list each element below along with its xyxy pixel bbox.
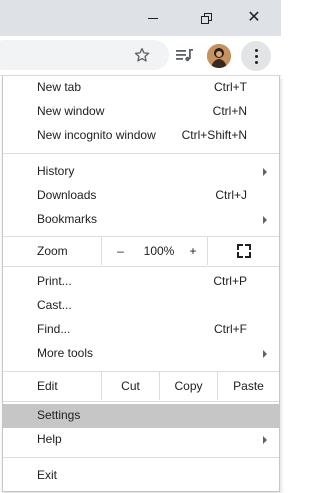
close-icon: ✕	[247, 9, 261, 26]
menu-label: Print...	[37, 274, 72, 288]
profile-avatar[interactable]	[207, 44, 231, 68]
fullscreen-icon	[236, 244, 251, 258]
menu-label: Exit	[37, 468, 58, 482]
menu-item-print[interactable]: Print... Ctrl+P	[3, 270, 279, 294]
submenu-arrow-icon	[263, 436, 267, 444]
zoom-level-text: 100%	[143, 244, 175, 258]
browser-window: ✕ New tab Ctrl+T New window Ctrl+N New i…	[0, 0, 281, 493]
submenu-arrow-icon	[263, 168, 267, 176]
restore-button[interactable]	[183, 0, 229, 36]
menu-item-history[interactable]: History	[3, 160, 279, 184]
menu-item-more-tools[interactable]: More tools	[3, 342, 279, 366]
menu-shortcut: Ctrl+N	[212, 104, 247, 118]
minimize-button[interactable]	[130, 0, 176, 36]
menu-item-new-incognito-window[interactable]: New incognito window Ctrl+Shift+N	[3, 124, 279, 148]
menu-shortcut: Ctrl+P	[213, 274, 247, 288]
zoom-out-button[interactable]: –	[101, 237, 139, 265]
copy-label: Copy	[174, 379, 203, 393]
menu-label: Bookmarks	[37, 212, 98, 226]
menu-item-settings[interactable]: Settings	[3, 404, 279, 428]
menu-item-new-window[interactable]: New window Ctrl+N	[3, 100, 279, 124]
edit-row: Edit Cut Copy Paste	[3, 372, 279, 400]
restore-icon	[200, 12, 212, 24]
paste-label: Paste	[233, 379, 264, 393]
menu-shortcut: Ctrl+T	[214, 80, 247, 94]
menu-label: New tab	[37, 80, 82, 94]
menu-item-exit[interactable]: Exit	[3, 464, 279, 488]
menu-label: Downloads	[37, 188, 97, 202]
edit-label: Edit	[37, 379, 58, 393]
title-bar: ✕	[0, 0, 281, 36]
menu-shortcut: Ctrl+Shift+N	[181, 128, 247, 142]
menu-item-downloads[interactable]: Downloads Ctrl+J	[3, 184, 279, 208]
submenu-arrow-icon	[263, 350, 267, 358]
menu-item-find[interactable]: Find... Ctrl+F	[3, 318, 279, 342]
menu-separator	[3, 401, 279, 402]
zoom-in-glyph: +	[189, 244, 197, 258]
fullscreen-button[interactable]	[207, 237, 279, 265]
close-button[interactable]: ✕	[231, 0, 277, 36]
chrome-menu: New tab Ctrl+T New window Ctrl+N New inc…	[2, 76, 280, 492]
menu-shortcut: Ctrl+J	[215, 188, 247, 202]
menu-separator	[3, 266, 279, 267]
zoom-in-button[interactable]: +	[179, 237, 207, 265]
zoom-out-glyph: –	[117, 244, 124, 258]
menu-label: New window	[37, 104, 105, 118]
menu-label: Cast...	[37, 298, 72, 312]
menu-label: More tools	[37, 346, 94, 360]
menu-label: Settings	[37, 408, 81, 422]
menu-label: History	[37, 164, 75, 178]
zoom-label: Zoom	[37, 244, 68, 258]
copy-button[interactable]: Copy	[159, 372, 217, 400]
menu-shortcut: Ctrl+F	[214, 322, 247, 336]
media-playlist-icon[interactable]	[175, 46, 195, 64]
menu-item-cast[interactable]: Cast...	[3, 294, 279, 318]
menu-item-bookmarks[interactable]: Bookmarks	[3, 208, 279, 232]
menu-separator	[3, 153, 279, 154]
submenu-arrow-icon	[263, 216, 267, 224]
bookmark-star-icon[interactable]	[133, 46, 151, 64]
zoom-level-value: 100%	[139, 237, 179, 265]
cut-label: Cut	[121, 379, 140, 393]
cut-button[interactable]: Cut	[101, 372, 159, 400]
menu-label: Find...	[37, 322, 71, 336]
menu-label: Help	[37, 432, 62, 446]
zoom-row: Zoom – 100% +	[3, 237, 279, 265]
more-vert-icon[interactable]	[241, 41, 271, 71]
menu-label: New incognito window	[37, 128, 156, 142]
minimize-icon	[148, 17, 158, 19]
paste-button[interactable]: Paste	[217, 372, 279, 400]
menu-separator	[3, 457, 279, 458]
menu-item-help[interactable]: Help	[3, 428, 279, 452]
menu-item-new-tab[interactable]: New tab Ctrl+T	[3, 76, 279, 100]
